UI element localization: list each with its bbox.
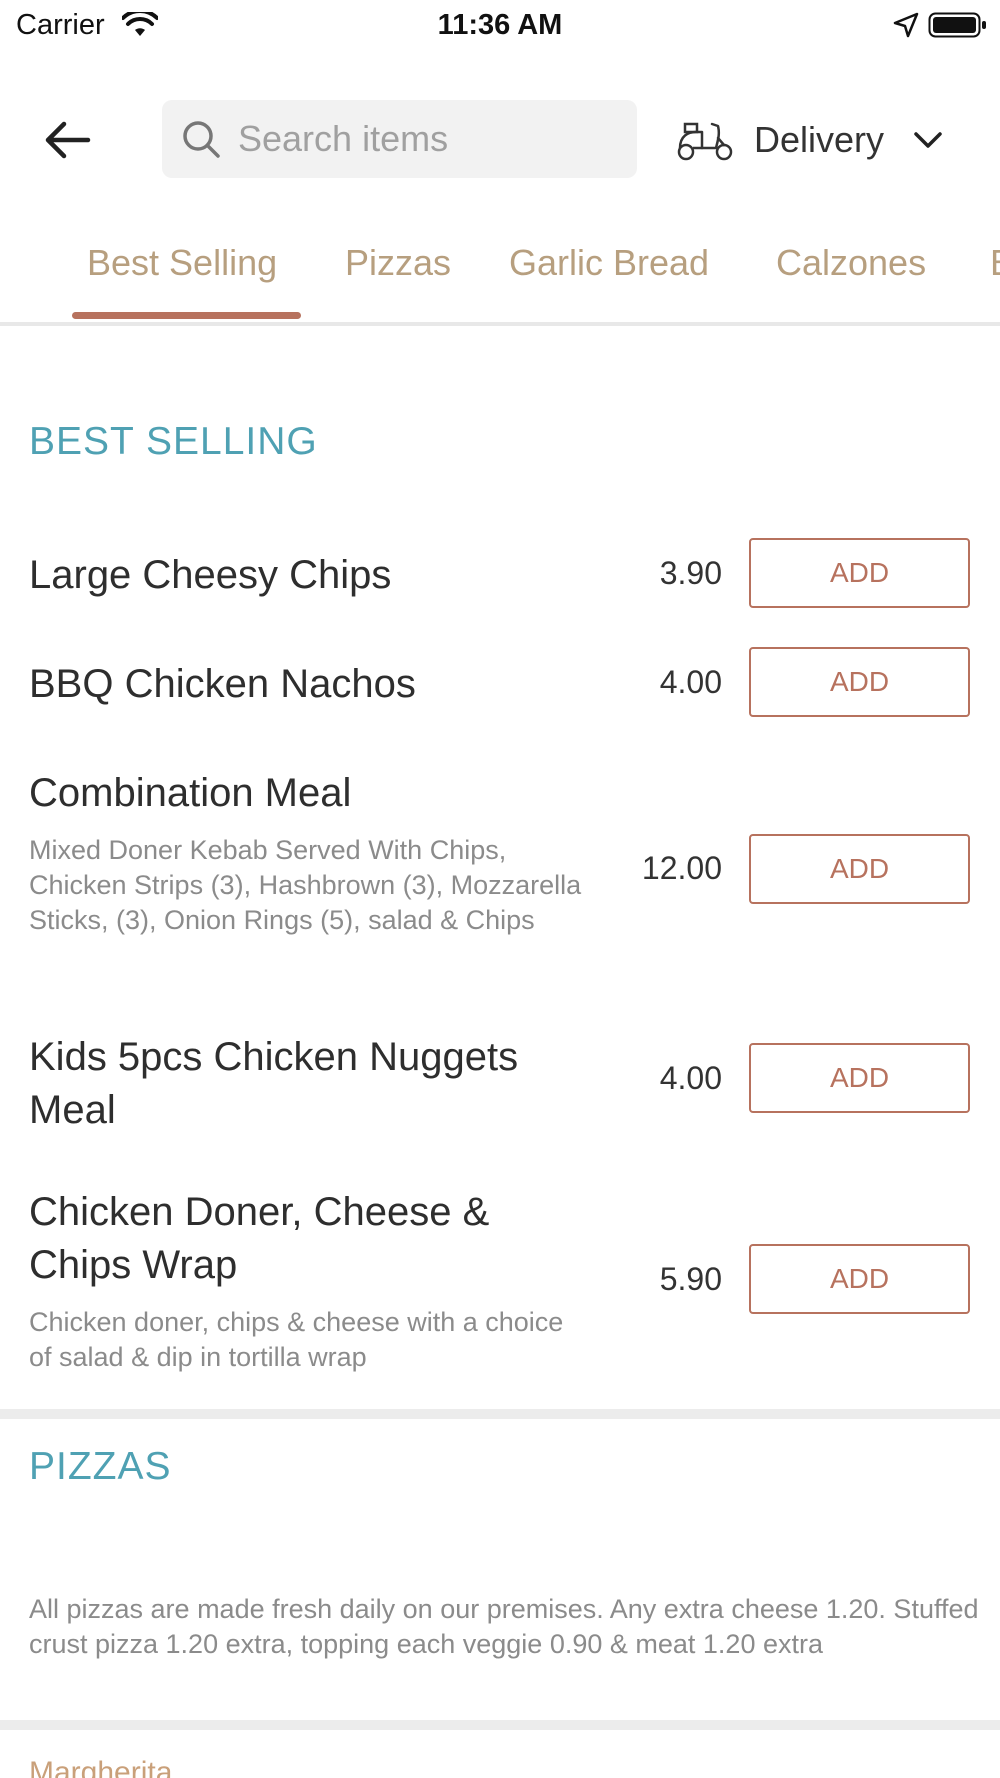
delivery-selector[interactable]: Delivery (672, 104, 962, 176)
active-tab-indicator (72, 312, 301, 319)
item-description: Chicken doner, chips & cheese with a cho… (29, 1307, 564, 1372)
tab-garlic-bread[interactable]: Garlic Bread (509, 242, 709, 284)
item-price: 3.90 (659, 555, 722, 591)
item-price: 12.00 (641, 850, 722, 886)
tab-calzones[interactable]: Calzones (776, 242, 926, 284)
section-title-pizzas: PIZZAS (29, 1445, 172, 1488)
tab-best-selling[interactable]: Best Selling (87, 242, 277, 284)
item-price: 4.00 (659, 1060, 722, 1096)
battery-icon (928, 12, 986, 38)
delivery-label: Delivery (754, 119, 885, 160)
section-divider (0, 1720, 1000, 1730)
status-bar: Carrier 11:36 AM (0, 0, 1000, 50)
chevron-down-icon (914, 132, 942, 148)
section-divider (0, 1409, 1000, 1419)
add-button[interactable]: ADD (749, 834, 970, 904)
item-description: Mixed Doner Kebab Served With Chips, Chi… (29, 835, 582, 935)
location-arrow-icon (893, 12, 919, 38)
search-icon (183, 121, 220, 158)
add-button[interactable]: ADD (749, 1244, 970, 1314)
search-box[interactable] (162, 100, 637, 178)
scooter-icon (677, 122, 733, 161)
item-price: 4.00 (659, 664, 722, 700)
add-button[interactable]: ADD (749, 538, 970, 608)
section-title-best-selling: BEST SELLING (29, 420, 318, 463)
tab-next-partial[interactable]: B (990, 242, 1000, 284)
back-arrow-icon[interactable] (40, 112, 96, 168)
add-button[interactable]: ADD (749, 647, 970, 717)
search-input[interactable] (238, 100, 618, 178)
add-button[interactable]: ADD (749, 1043, 970, 1113)
tab-pizzas[interactable]: Pizzas (345, 242, 451, 284)
item-name: Combination Meal (29, 771, 352, 815)
status-time: 11:36 AM (437, 9, 563, 41)
category-tabs: Best Selling Pizzas Garlic Bread Calzone… (0, 222, 1000, 326)
item-name: Large Cheesy Chips (29, 553, 392, 597)
item-name: BBQ Chicken Nachos (29, 662, 416, 706)
item-name: Kids 5pcs Chicken Nuggets Meal (29, 1035, 519, 1132)
item-price: 5.90 (659, 1261, 722, 1297)
menu-screen: Carrier 11:36 AM Search items Delivery B… (0, 0, 1000, 1778)
item-name: Chicken Doner, Cheese & Chips Wrap (29, 1190, 490, 1287)
section-note: All pizzas are made fresh daily on our p… (29, 1594, 979, 1659)
menu-item-name-partial[interactable]: Margherita (29, 1756, 172, 1778)
